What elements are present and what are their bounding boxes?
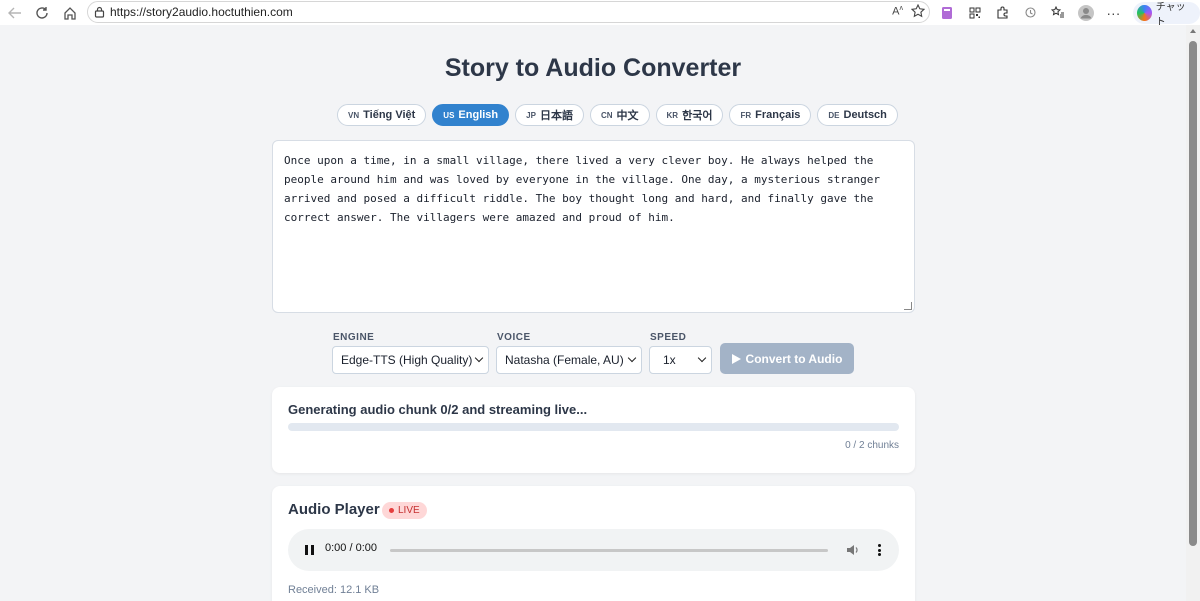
language-option-jp[interactable]: JP 日本語	[515, 104, 584, 126]
progress-bar	[288, 423, 899, 431]
language-code: FR	[740, 110, 752, 120]
language-code: KR	[666, 110, 679, 120]
language-code: CN	[600, 110, 613, 120]
page-scrollbar[interactable]	[1186, 25, 1200, 601]
story-textarea[interactable]: Once upon a time, in a small village, th…	[272, 140, 915, 313]
page-title: Story to Audio Converter	[444, 54, 742, 82]
language-option-us[interactable]: US English	[432, 104, 510, 126]
reload-button[interactable]	[28, 0, 56, 25]
convert-label: Convert to Audio	[745, 351, 843, 366]
language-label: 日本語	[539, 110, 573, 122]
language-code: DE	[828, 110, 840, 120]
language-option-vn[interactable]: VN Tiếng Việt	[337, 104, 427, 126]
back-button[interactable]	[1, 0, 29, 25]
chevron-down-icon	[627, 353, 637, 363]
url-text: https://story2audio.hoctuthien.com	[110, 5, 293, 19]
reload-icon	[36, 6, 48, 19]
audio-element: 0:00 / 0:00	[288, 529, 899, 571]
progress-card: Generating audio chunk 0/2 and streaming…	[272, 387, 915, 473]
story-text: Once upon a time, in a small village, th…	[284, 154, 881, 224]
extensions-puzzle-icon[interactable]	[991, 0, 1015, 25]
language-option-de[interactable]: DE Deutsch	[817, 104, 898, 126]
chevron-down-icon	[697, 353, 707, 363]
language-label: 中文	[616, 110, 639, 122]
language-label: English	[458, 109, 499, 121]
received-size: Received: 12.1 KB	[288, 584, 380, 596]
live-dot-icon	[389, 508, 394, 513]
browser-toolbar: https://story2audio.hoctuthien.com Aʌ ··…	[0, 0, 1200, 28]
language-code: VN	[348, 110, 360, 120]
language-option-fr[interactable]: FR Français	[729, 104, 812, 126]
language-selector: VN Tiếng Việt US English JP 日本語 CN 中文 KR 한국어 FR Fra…	[337, 104, 898, 126]
voice-label: VOICE	[497, 332, 531, 343]
scroll-up-icon[interactable]	[1190, 29, 1196, 33]
live-label: LIVE	[398, 505, 420, 516]
address-bar[interactable]: https://story2audio.hoctuthien.com Aʌ	[87, 1, 930, 23]
favorite-star-icon[interactable]	[911, 4, 925, 18]
audio-time: 0:00 / 0:00	[325, 542, 377, 554]
copilot-label: チャット	[1155, 1, 1186, 28]
more-menu-icon[interactable]: ···	[1102, 0, 1126, 25]
live-badge: LIVE	[382, 502, 427, 519]
voice-value: Natasha (Female, AU)	[505, 353, 624, 367]
home-button[interactable]	[56, 0, 84, 25]
chunk-count: 0 / 2 chunks	[845, 440, 899, 451]
language-code: JP	[526, 110, 536, 120]
profile-avatar-icon[interactable]	[1074, 0, 1098, 25]
copilot-button[interactable]: チャット	[1133, 1, 1200, 28]
extension-book-icon[interactable]	[935, 0, 959, 25]
language-option-kr[interactable]: KR 한국어	[655, 104, 724, 126]
page-content: Story to Audio Converter VN Tiếng Việt US E…	[0, 25, 1186, 601]
engine-select[interactable]: Edge-TTS (High Quality)	[332, 346, 489, 374]
play-icon	[731, 353, 741, 364]
chevron-down-icon	[474, 353, 484, 363]
language-code: US	[443, 110, 455, 120]
speed-value: 1x	[663, 353, 676, 367]
language-label: 한국어	[682, 110, 713, 122]
pause-icon[interactable]	[305, 545, 315, 555]
language-option-cn[interactable]: CN 中文	[589, 104, 650, 126]
language-label: Deutsch	[843, 109, 887, 121]
language-label: Français	[755, 109, 801, 121]
read-aloud-icon[interactable]: Aʌ	[892, 5, 903, 18]
volume-icon[interactable]	[846, 543, 860, 557]
seek-bar[interactable]	[390, 549, 828, 552]
progress-status: Generating audio chunk 0/2 and streaming…	[288, 402, 588, 417]
engine-label: ENGINE	[333, 332, 375, 343]
language-label: Tiếng Việt	[363, 109, 416, 121]
audio-player-card: Audio Player LIVE 0:00 / 0:00 Received: …	[272, 486, 915, 601]
home-icon	[64, 6, 76, 20]
speed-label: SPEED	[650, 332, 687, 343]
more-options-icon[interactable]	[876, 543, 882, 557]
scroll-thumb[interactable]	[1189, 41, 1197, 546]
favorites-list-icon[interactable]	[1046, 0, 1070, 25]
engine-value: Edge-TTS (High Quality)	[341, 353, 473, 367]
speed-select[interactable]: 1x	[649, 346, 712, 374]
resize-handle-icon[interactable]	[904, 302, 912, 310]
qr-code-icon[interactable]	[963, 0, 987, 25]
lock-icon	[94, 6, 105, 18]
voice-select[interactable]: Natasha (Female, AU)	[496, 346, 642, 374]
browser-essentials-icon[interactable]	[1018, 0, 1042, 25]
audio-player-title: Audio Player	[288, 501, 380, 518]
convert-button[interactable]: Convert to Audio	[720, 343, 854, 374]
arrow-left-icon	[8, 7, 21, 18]
copilot-icon	[1137, 4, 1152, 21]
